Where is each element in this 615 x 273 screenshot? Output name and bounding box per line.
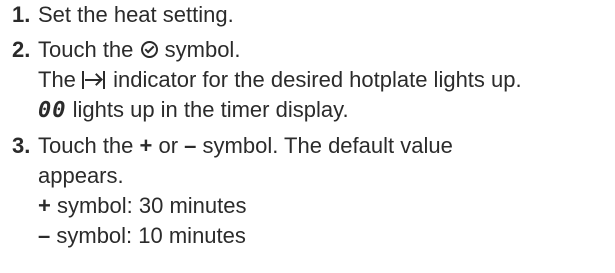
step-2-line-1: Touch the symbol. [38, 35, 612, 65]
step-number: 2. [12, 37, 31, 62]
minus-item-symbol: – [38, 223, 51, 248]
step-2-line-2-post: indicator for the desired hotplate light… [107, 67, 522, 92]
step-3-plus-item: + symbol: 30 minutes [38, 191, 612, 221]
step-number: 3. [12, 133, 31, 158]
instruction-steps: 1. Set the heat setting. 2. Touch the sy… [12, 0, 612, 251]
plus-item-text: symbol: 30 minutes [50, 193, 247, 218]
plus-symbol: + [139, 133, 153, 158]
step-2-line-3-post: lights up in the timer display. [66, 97, 349, 122]
step-3-minus-item: – symbol: 10 minutes [38, 221, 612, 251]
step-2-line-1-post: symbol. [158, 37, 241, 62]
hotplate-indicator-icon [82, 71, 107, 89]
step-3-line-1-pre: Touch the [38, 133, 140, 158]
step-1: 1. Set the heat setting. [12, 0, 612, 30]
step-3-line-2: appears. [38, 163, 124, 188]
timer-display-digits: 00 [38, 98, 67, 123]
step-3-line-1-post: symbol. The default value [196, 133, 453, 158]
step-3-line-1-mid: or [152, 133, 185, 158]
minus-item-text: symbol: 10 minutes [50, 223, 246, 248]
step-3: 3. Touch the + or – symbol. The default … [12, 131, 612, 251]
step-2-line-2: The indicator for the desired hotplate l… [38, 65, 612, 95]
minus-symbol: – [184, 133, 197, 158]
step-2: 2. Touch the symbol. The indicator for t… [12, 35, 612, 126]
timer-icon [140, 41, 158, 58]
step-2-line-2-pre: The [38, 67, 83, 92]
step-3-line-1: Touch the + or – symbol. The default val… [38, 131, 612, 161]
step-number: 1. [12, 2, 31, 27]
step-2-line-1-pre: Touch the [38, 37, 140, 62]
step-2-line-3: 00 lights up in the timer display. [38, 95, 612, 126]
plus-item-symbol: + [38, 193, 51, 218]
step-1-text: Set the heat setting. [38, 2, 234, 27]
